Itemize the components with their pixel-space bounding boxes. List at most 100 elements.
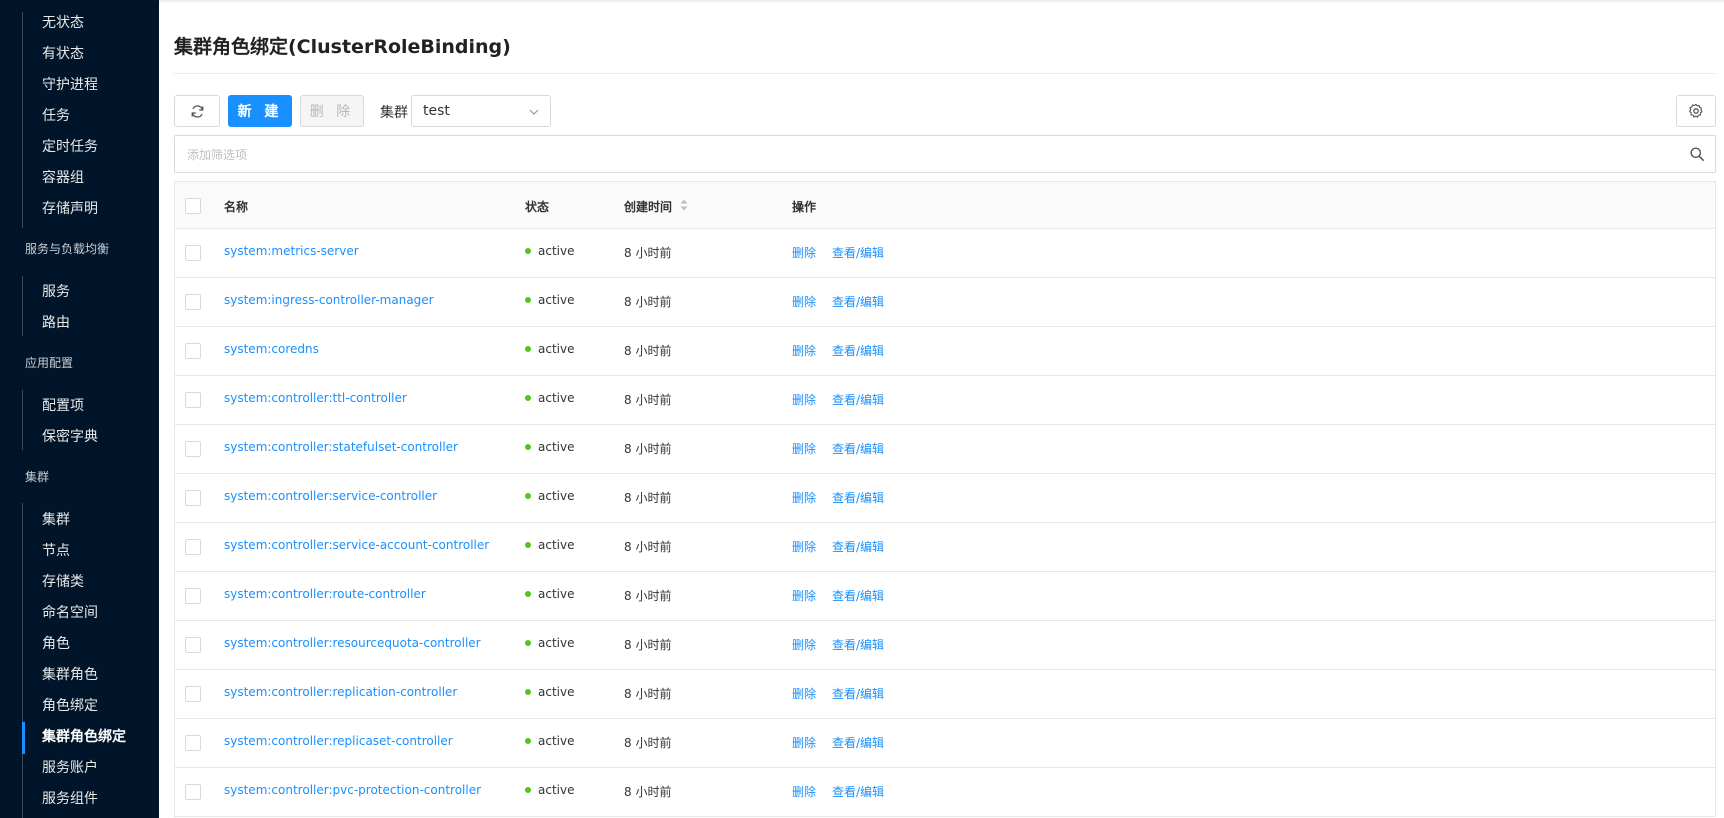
sidebar-item-storageclass[interactable]: 存储类 [42, 567, 84, 597]
row-view-edit-link[interactable]: 查看/编辑 [832, 685, 884, 702]
row-name-link[interactable]: system:controller:ttl-controller [224, 391, 407, 405]
row-delete-link[interactable]: 删除 [792, 538, 816, 555]
refresh-button[interactable] [174, 95, 220, 127]
sidebar-item-node[interactable]: 节点 [42, 536, 70, 566]
row-checkbox[interactable] [185, 588, 201, 604]
sidebar-item-clusterrole[interactable]: 集群角色 [42, 660, 98, 690]
row-name-link[interactable]: system:ingress-controller-manager [224, 293, 434, 307]
row-checkbox[interactable] [185, 441, 201, 457]
column-header-created[interactable]: 创建时间 [624, 198, 672, 215]
sidebar-item-rolebinding[interactable]: 角色绑定 [42, 691, 98, 721]
row-delete-link[interactable]: 删除 [792, 293, 816, 310]
settings-button[interactable] [1676, 95, 1716, 127]
sidebar-item-pvc[interactable]: 存储声明 [42, 194, 98, 224]
cluster-select[interactable]: test [411, 95, 551, 127]
row-checkbox[interactable] [185, 245, 201, 261]
row-view-edit-link[interactable]: 查看/编辑 [832, 391, 884, 408]
row-checkbox[interactable] [185, 343, 201, 359]
row-status: active [525, 342, 574, 356]
status-dot-icon [525, 394, 531, 401]
row-checkbox[interactable] [185, 637, 201, 653]
status-dot-icon [525, 296, 531, 303]
row-view-edit-link[interactable]: 查看/编辑 [832, 783, 884, 800]
row-name-link[interactable]: system:controller:replicaset-controller [224, 734, 453, 748]
row-delete-link[interactable]: 删除 [792, 587, 816, 604]
status-dot-icon [525, 737, 531, 744]
sidebar-item-ingress[interactable]: 路由 [42, 308, 70, 338]
row-delete-link[interactable]: 删除 [792, 342, 816, 359]
row-delete-link[interactable]: 删除 [792, 489, 816, 506]
row-view-edit-link[interactable]: 查看/编辑 [832, 489, 884, 506]
row-checkbox[interactable] [185, 686, 201, 702]
row-view-edit-link[interactable]: 查看/编辑 [832, 244, 884, 261]
table-row: system:controller:ttl-controller active 8 … [175, 376, 1715, 425]
column-header-name: 名称 [224, 200, 249, 214]
table-row: system:controller:resourcequota-controll… [175, 621, 1715, 670]
sort-icon[interactable] [680, 199, 688, 211]
row-status-text: active [538, 391, 575, 405]
row-name-link[interactable]: system:controller:service-account-contro… [224, 538, 489, 552]
filter-input[interactable] [187, 145, 1667, 165]
row-view-edit-link[interactable]: 查看/编辑 [832, 293, 884, 310]
row-name-link[interactable]: system:controller:service-controller [224, 489, 437, 503]
row-delete-link[interactable]: 删除 [792, 783, 816, 800]
row-name-link[interactable]: system:controller:statefulset-controller [224, 440, 458, 454]
sidebar-item-stateful[interactable]: 有状态 [42, 39, 84, 69]
row-view-edit-link[interactable]: 查看/编辑 [832, 538, 884, 555]
row-delete-link[interactable]: 删除 [792, 734, 816, 751]
row-name-link[interactable]: system:controller:replication-controller [224, 685, 457, 699]
row-delete-link[interactable]: 删除 [792, 244, 816, 261]
row-checkbox[interactable] [185, 294, 201, 310]
status-dot-icon [525, 590, 531, 597]
status-dot-icon [525, 688, 531, 695]
search-icon[interactable] [1689, 146, 1705, 162]
row-created-time: 8 小时前 [624, 687, 672, 701]
row-checkbox[interactable] [185, 735, 201, 751]
sidebar-item-service[interactable]: 服务 [42, 277, 70, 307]
row-checkbox[interactable] [185, 392, 201, 408]
new-button[interactable]: 新 建 [228, 95, 292, 127]
delete-button[interactable]: 删 除 [300, 95, 364, 127]
row-name-link[interactable]: system:metrics-server [224, 244, 359, 258]
table-row: system:controller:replication-controller… [175, 670, 1715, 719]
sidebar-item-component[interactable]: 服务组件 [42, 784, 98, 814]
status-dot-icon [525, 541, 531, 548]
sidebar-item-secret[interactable]: 保密字典 [42, 422, 98, 452]
row-delete-link[interactable]: 删除 [792, 391, 816, 408]
row-delete-link[interactable]: 删除 [792, 685, 816, 702]
row-status: active [525, 587, 574, 601]
row-name-link[interactable]: system:controller:pvc-protection-control… [224, 783, 481, 797]
sidebar-item-job[interactable]: 任务 [42, 101, 70, 131]
row-view-edit-link[interactable]: 查看/编辑 [832, 734, 884, 751]
sidebar-item-cluster[interactable]: 集群 [42, 505, 70, 535]
row-name-link[interactable]: system:coredns [224, 342, 319, 356]
select-all-checkbox[interactable] [185, 198, 201, 214]
row-delete-link[interactable]: 删除 [792, 636, 816, 653]
row-checkbox[interactable] [185, 490, 201, 506]
row-view-edit-link[interactable]: 查看/编辑 [832, 440, 884, 457]
row-name-link[interactable]: system:controller:route-controller [224, 587, 426, 601]
row-view-edit-link[interactable]: 查看/编辑 [832, 587, 884, 604]
sidebar-item-serviceaccount[interactable]: 服务账户 [42, 753, 98, 783]
row-view-edit-link[interactable]: 查看/编辑 [832, 342, 884, 359]
sidebar-item-role[interactable]: 角色 [42, 629, 70, 659]
sidebar-item-cronjob[interactable]: 定时任务 [42, 132, 98, 162]
row-created-time: 8 小时前 [624, 785, 672, 799]
sidebar-item-stateless[interactable]: 无状态 [42, 8, 84, 38]
sidebar-item-clusterrolebinding[interactable]: 集群角色绑定 [42, 722, 126, 752]
row-delete-link[interactable]: 删除 [792, 440, 816, 457]
row-status-text: active [538, 783, 575, 797]
sidebar-item-configmap[interactable]: 配置项 [42, 391, 84, 421]
row-checkbox[interactable] [185, 539, 201, 555]
row-created-time: 8 小时前 [624, 344, 672, 358]
row-name-link[interactable]: system:controller:resourcequota-controll… [224, 636, 481, 650]
sidebar-item-daemonset[interactable]: 守护进程 [42, 70, 98, 100]
chevron-down-icon [529, 109, 539, 115]
sidebar: 无状态 有状态 守护进程 任务 定时任务 容器组 存储声明 服务与负载均衡 服务… [0, 0, 159, 818]
sidebar-item-pod[interactable]: 容器组 [42, 163, 84, 193]
sidebar-group-line [22, 503, 23, 818]
row-view-edit-link[interactable]: 查看/编辑 [832, 636, 884, 653]
status-dot-icon [525, 345, 531, 352]
row-checkbox[interactable] [185, 784, 201, 800]
sidebar-item-namespace[interactable]: 命名空间 [42, 598, 98, 628]
